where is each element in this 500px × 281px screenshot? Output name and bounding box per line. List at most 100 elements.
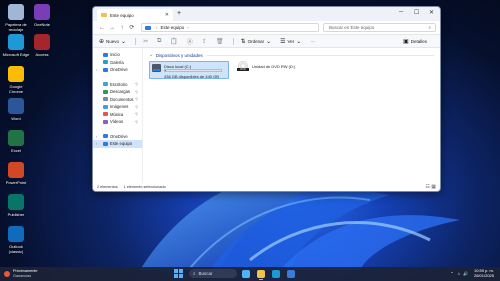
desktop-icon[interactable]: Publisher bbox=[2, 194, 30, 217]
desktop-icon[interactable]: Microsoft Edge bbox=[2, 34, 30, 57]
sidebar-item[interactable]: Imágenes ⚲ bbox=[93, 103, 142, 111]
sidebar-item[interactable]: › OneDrive bbox=[93, 133, 142, 141]
drive-free-space: 438 GB disponibles de 440 GB bbox=[164, 74, 219, 79]
divider bbox=[206, 54, 434, 56]
pin-icon: ⚲ bbox=[135, 82, 138, 87]
sort-button[interactable]: ⇅ Ordenar ⌄ bbox=[241, 38, 274, 45]
chevron-right-icon[interactable]: › bbox=[96, 134, 97, 139]
content-pane: ⌄ Dispositivos y unidades Disco local (C… bbox=[143, 48, 440, 183]
desktop-icon-label: Publisher bbox=[7, 212, 25, 217]
sidebar-item-label: Galería bbox=[110, 59, 124, 65]
chevron-down-icon: ⌄ bbox=[121, 38, 127, 45]
desktop-icon[interactable]: Google Chrome bbox=[2, 66, 30, 94]
drive-c-tile[interactable]: Disco local (C:) 438 GB disponibles de 4… bbox=[149, 61, 229, 79]
view-icon: ☰ bbox=[280, 38, 286, 45]
taskbar-search[interactable]: ⌕ Buscar bbox=[189, 269, 237, 278]
details-button[interactable]: ▣ Detalles bbox=[403, 38, 427, 45]
widgets-button[interactable]: Próximamente Ganancias bbox=[4, 269, 37, 278]
cut-button[interactable]: ✂ bbox=[143, 38, 150, 45]
music-folder-icon bbox=[103, 112, 108, 117]
new-tab-button[interactable]: + bbox=[177, 10, 181, 17]
close-window-button[interactable]: ✕ bbox=[429, 9, 434, 16]
delete-button[interactable]: 🗑 bbox=[216, 38, 226, 45]
dvd-drive-icon bbox=[237, 61, 249, 71]
search-icon: ⌕ bbox=[193, 271, 196, 276]
store-icon[interactable] bbox=[287, 269, 295, 278]
divider bbox=[232, 37, 234, 45]
chevron-down-icon: ⌄ bbox=[266, 38, 272, 45]
chevron-up-icon[interactable]: ⌃ bbox=[450, 271, 453, 276]
network-icon[interactable]: ⌂ bbox=[458, 271, 460, 276]
desktop-icon-label: Access bbox=[35, 52, 49, 57]
sidebar-item[interactable]: Inicio bbox=[93, 51, 142, 59]
copilot-icon[interactable] bbox=[242, 269, 250, 278]
file-explorer-icon[interactable] bbox=[257, 269, 265, 280]
new-button[interactable]: ⊕ Nuevo ⌄ bbox=[99, 38, 128, 45]
view-toggle-icons[interactable]: ☷ ▦ bbox=[425, 184, 436, 190]
sidebar-item[interactable]: Música ⚲ bbox=[93, 111, 142, 119]
breadcrumb-location[interactable]: Este equipo bbox=[161, 25, 185, 30]
up-arrow-icon[interactable]: ↑ bbox=[117, 25, 127, 31]
desktop-icon[interactable]: OneNote bbox=[28, 4, 56, 27]
desktop-icon-label: Word bbox=[11, 116, 21, 121]
view-button[interactable]: ☰ Ver ⌄ bbox=[280, 38, 303, 45]
onenote-icon bbox=[34, 4, 50, 20]
group-header[interactable]: ⌄ Dispositivos y unidades bbox=[149, 52, 434, 58]
clock[interactable]: 10:59 p. m. 26/01/2025 bbox=[474, 268, 494, 279]
hard-drive-icon bbox=[152, 64, 161, 72]
sidebar-item[interactable]: Escritorio ⚲ bbox=[93, 81, 142, 89]
rename-button[interactable]: Ⓐ bbox=[187, 37, 195, 46]
sidebar-item[interactable]: Vídeos ⚲ bbox=[93, 118, 142, 126]
desktop-icon[interactable]: Excel bbox=[2, 130, 30, 153]
desktop-icon[interactable]: Word bbox=[2, 98, 30, 121]
maximize-button[interactable]: ☐ bbox=[414, 9, 419, 16]
taskbar-center: ⌕ Buscar bbox=[174, 269, 302, 280]
search-input[interactable]: Buscar en Este equipo ⌕ bbox=[323, 23, 436, 32]
share-button[interactable]: ⇪ bbox=[202, 38, 209, 45]
sidebar-item[interactable]: › OneDrive bbox=[93, 66, 142, 74]
scissors-icon: ✂ bbox=[143, 38, 149, 45]
sidebar-item[interactable]: Documentos ⚲ bbox=[93, 96, 142, 104]
sidebar-item-label: OneDrive bbox=[110, 67, 128, 73]
sidebar-item[interactable]: Descargas ⚲ bbox=[93, 88, 142, 96]
drive-d-tile[interactable]: Unidad de DVD RW (D:) bbox=[237, 61, 295, 71]
forward-arrow-icon[interactable]: → bbox=[107, 25, 117, 31]
excel-icon bbox=[8, 130, 24, 146]
documents-folder-icon bbox=[103, 97, 108, 102]
explorer-body: Inicio Galería › OneDrive Escritorio ⚲ Descarg… bbox=[93, 48, 440, 183]
desktop-icon[interactable]: Papelera de reciclaje bbox=[2, 4, 30, 32]
sidebar-item[interactable]: Galería bbox=[93, 59, 142, 67]
close-tab-icon[interactable]: ✕ bbox=[165, 12, 169, 18]
title-bar: Este equipo ✕ + ─ ☐ ✕ bbox=[93, 7, 440, 21]
desktop-icon[interactable]: PowerPoint bbox=[2, 162, 30, 185]
copy-icon: ⧉ bbox=[157, 37, 162, 44]
chevron-right-icon[interactable]: › bbox=[96, 141, 97, 146]
desktop-icon[interactable]: Outlook (classic) bbox=[2, 226, 30, 254]
address-bar[interactable]: › Este equipo › bbox=[141, 23, 319, 32]
group-title: Dispositivos y unidades bbox=[155, 52, 203, 58]
sort-icon: ⇅ bbox=[240, 38, 246, 45]
details-pane-icon: ▣ bbox=[403, 38, 409, 45]
tab-title: Este equipo bbox=[110, 12, 134, 18]
paste-button[interactable]: 📋 bbox=[170, 38, 179, 45]
selection-count: 1 elemento seleccionado bbox=[123, 185, 166, 189]
more-options-button[interactable]: ··· bbox=[310, 39, 315, 44]
volume-icon[interactable]: 🔊 bbox=[463, 271, 468, 276]
refresh-icon[interactable]: ⟳ bbox=[127, 24, 137, 31]
sidebar-item-label: Inicio bbox=[110, 52, 120, 58]
publisher-icon bbox=[8, 194, 24, 210]
chevron-right-icon[interactable]: › bbox=[96, 67, 97, 72]
copy-button[interactable]: ⧉ bbox=[157, 38, 163, 45]
status-bar: 2 elementos 1 elemento seleccionado ☷ ▦ bbox=[93, 183, 440, 191]
desktop-icon[interactable]: Access bbox=[28, 34, 56, 57]
edge-icon[interactable] bbox=[272, 269, 280, 278]
drive-usage-bar bbox=[164, 69, 222, 72]
start-button[interactable] bbox=[174, 269, 183, 278]
back-arrow-icon[interactable]: ← bbox=[97, 25, 107, 31]
sidebar-item[interactable]: › Este equipo bbox=[93, 140, 142, 148]
minimize-button[interactable]: ─ bbox=[399, 9, 403, 15]
downloads-folder-icon bbox=[103, 89, 108, 94]
tab-este-equipo[interactable]: Este equipo ✕ bbox=[97, 9, 173, 21]
breadcrumb-chevron-icon: › bbox=[187, 25, 189, 30]
sidebar-item-label: Descargas bbox=[110, 89, 131, 95]
